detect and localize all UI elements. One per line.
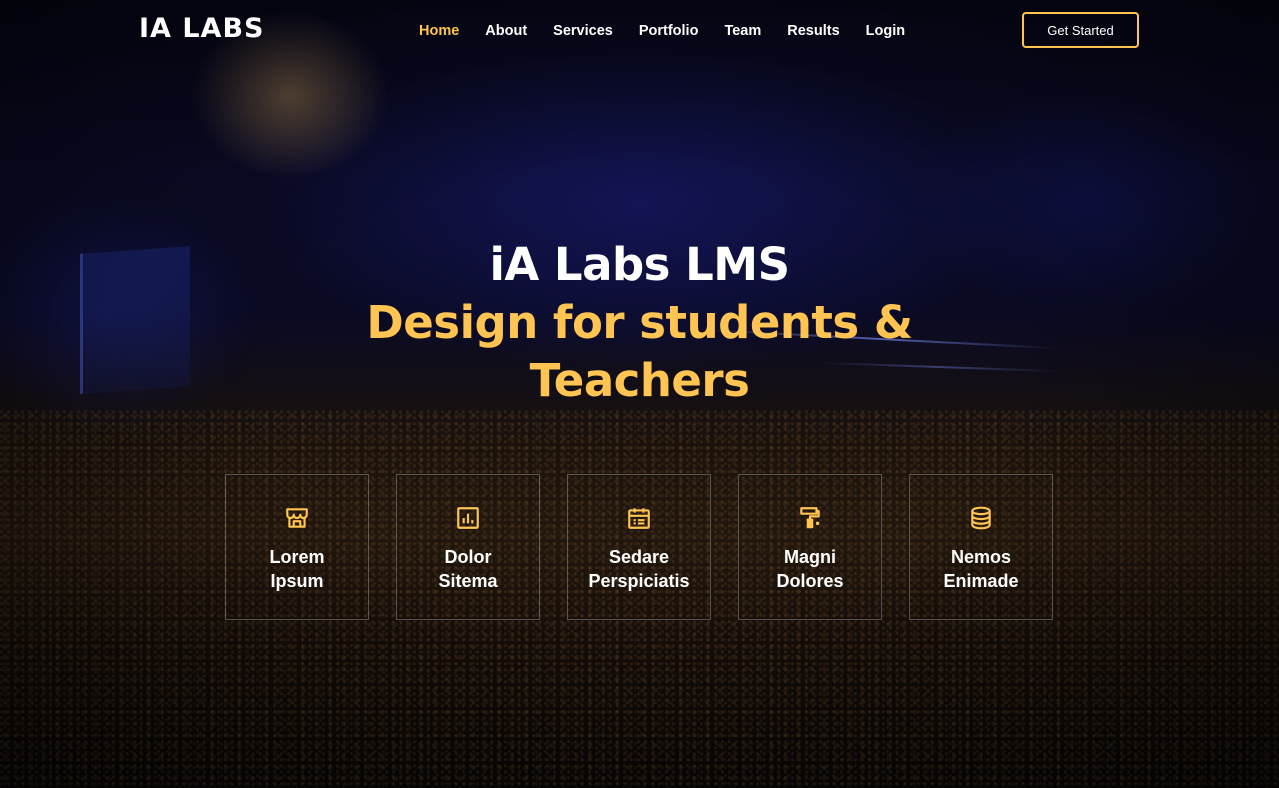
feature-label: Nemos Enimade [943,547,1019,591]
feature-label: Sedare Perspiciatis [588,547,690,591]
nav-home[interactable]: Home [419,21,459,41]
feature-label: Magni Dolores [776,547,844,591]
hero-title: iA Labs LMS [489,238,791,291]
store-icon [284,505,310,531]
nav-results[interactable]: Results [787,21,839,41]
nav-about[interactable]: About [485,21,527,41]
hero-subtitle-line1: Design for students & [366,296,913,349]
bar-chart-icon [455,505,481,531]
database-icon [968,505,994,531]
hero-headline: iA Labs LMS Design for students & Teache… [0,236,1279,410]
site-logo[interactable]: IA LABS [139,13,264,44]
get-started-button[interactable]: Get Started [1022,12,1139,48]
paint-roller-icon [797,505,823,531]
feature-box[interactable]: Lorem Ipsum [225,474,369,620]
feature-label: Lorem Ipsum [269,547,325,591]
main-nav: Home About Services Portfolio Team Resul… [419,21,931,41]
hero-subtitle-line2: Teachers [529,354,750,407]
feature-box[interactable]: Dolor Sitema [396,474,540,620]
feature-box[interactable]: Sedare Perspiciatis [567,474,711,620]
site-header: IA LABS Home About Services Portfolio Te… [0,0,1279,62]
calendar-todo-icon [626,505,652,531]
feature-box[interactable]: Nemos Enimade [909,474,1053,620]
feature-label: Dolor Sitema [438,547,498,591]
nav-services[interactable]: Services [553,21,613,41]
feature-boxes: Lorem Ipsum Dolor Sitema Sedare Perspiciati… [225,474,1053,620]
nav-portfolio[interactable]: Portfolio [639,21,699,41]
nav-team[interactable]: Team [724,21,761,41]
nav-login[interactable]: Login [866,21,905,41]
feature-box[interactable]: Magni Dolores [738,474,882,620]
